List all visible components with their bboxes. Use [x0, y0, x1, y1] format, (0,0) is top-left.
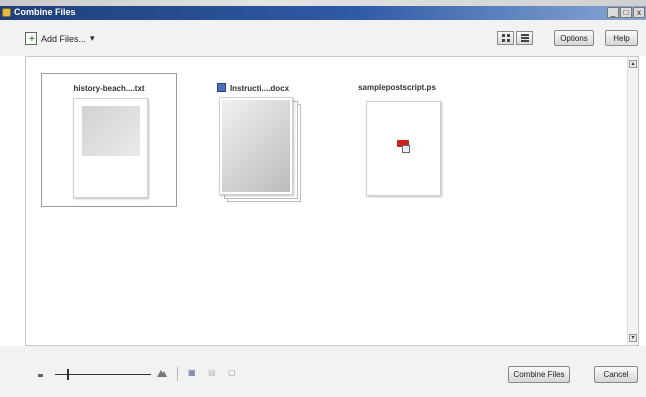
- add-files-button[interactable]: Add Files... ▾: [25, 32, 95, 45]
- page-thumbnail: [219, 97, 293, 195]
- view-toggle: [497, 31, 533, 45]
- grid-icon: [501, 34, 510, 42]
- list-icon: [520, 34, 529, 42]
- toolbar: Add Files... ▾ Options Help: [0, 20, 646, 56]
- scroll-up-icon[interactable]: ▴: [629, 60, 637, 68]
- page-thumbnail: [73, 98, 148, 198]
- zoom-slider[interactable]: [55, 374, 151, 375]
- title-bar: Combine Files _ □ x: [0, 6, 646, 20]
- window-controls: _ □ x: [607, 7, 645, 18]
- file-name: Instructi....docx: [229, 84, 290, 93]
- word-doc-icon: [216, 83, 226, 92]
- file-item[interactable]: history-beach....txt: [41, 73, 177, 207]
- chevron-down-icon: ▾: [90, 33, 95, 43]
- list-view-button[interactable]: [516, 31, 533, 45]
- combine-files-button[interactable]: Combine Files: [508, 366, 570, 383]
- zoom-slider-thumb[interactable]: [66, 369, 69, 380]
- remove-file-icon[interactable]: ▢: [228, 368, 236, 377]
- file-thumbnail-area[interactable]: history-beach....txt Instructi....docx s…: [25, 56, 639, 346]
- page-thumbnail: [366, 101, 441, 196]
- vertical-scrollbar[interactable]: ▴ ▾: [627, 57, 638, 345]
- file-item[interactable]: Instructi....docx: [185, 73, 321, 207]
- add-file-icon: [25, 32, 37, 45]
- expand-pages-icon[interactable]: ▦: [188, 368, 196, 377]
- options-button[interactable]: Options: [554, 30, 594, 46]
- app-icon: [2, 8, 11, 17]
- postscript-icon: [397, 140, 411, 153]
- zoom-in-icon[interactable]: [157, 369, 167, 377]
- bottom-bar: ▦ ▤ ▢ Combine Files Cancel: [0, 346, 646, 397]
- file-name: samplepostscript.ps: [358, 83, 436, 92]
- close-button[interactable]: x: [633, 7, 645, 18]
- help-button[interactable]: Help: [605, 30, 638, 46]
- add-files-label: Add Files...: [41, 33, 87, 44]
- file-item[interactable]: samplepostscript.ps: [329, 73, 465, 207]
- scroll-down-icon[interactable]: ▾: [629, 334, 637, 342]
- minimize-button[interactable]: _: [607, 7, 619, 18]
- divider: [177, 367, 178, 381]
- page-preview: [82, 106, 140, 156]
- zoom-out-icon[interactable]: [38, 374, 43, 377]
- thumbnail-view-button[interactable]: [497, 31, 514, 45]
- file-name-row: Instructi....docx: [185, 83, 321, 93]
- file-name: history-beach....txt: [73, 84, 145, 93]
- collapse-pages-icon[interactable]: ▤: [208, 368, 216, 377]
- page-preview: [222, 100, 290, 192]
- maximize-button[interactable]: □: [620, 7, 632, 18]
- cancel-button[interactable]: Cancel: [594, 366, 638, 383]
- window-title: Combine Files: [14, 7, 76, 17]
